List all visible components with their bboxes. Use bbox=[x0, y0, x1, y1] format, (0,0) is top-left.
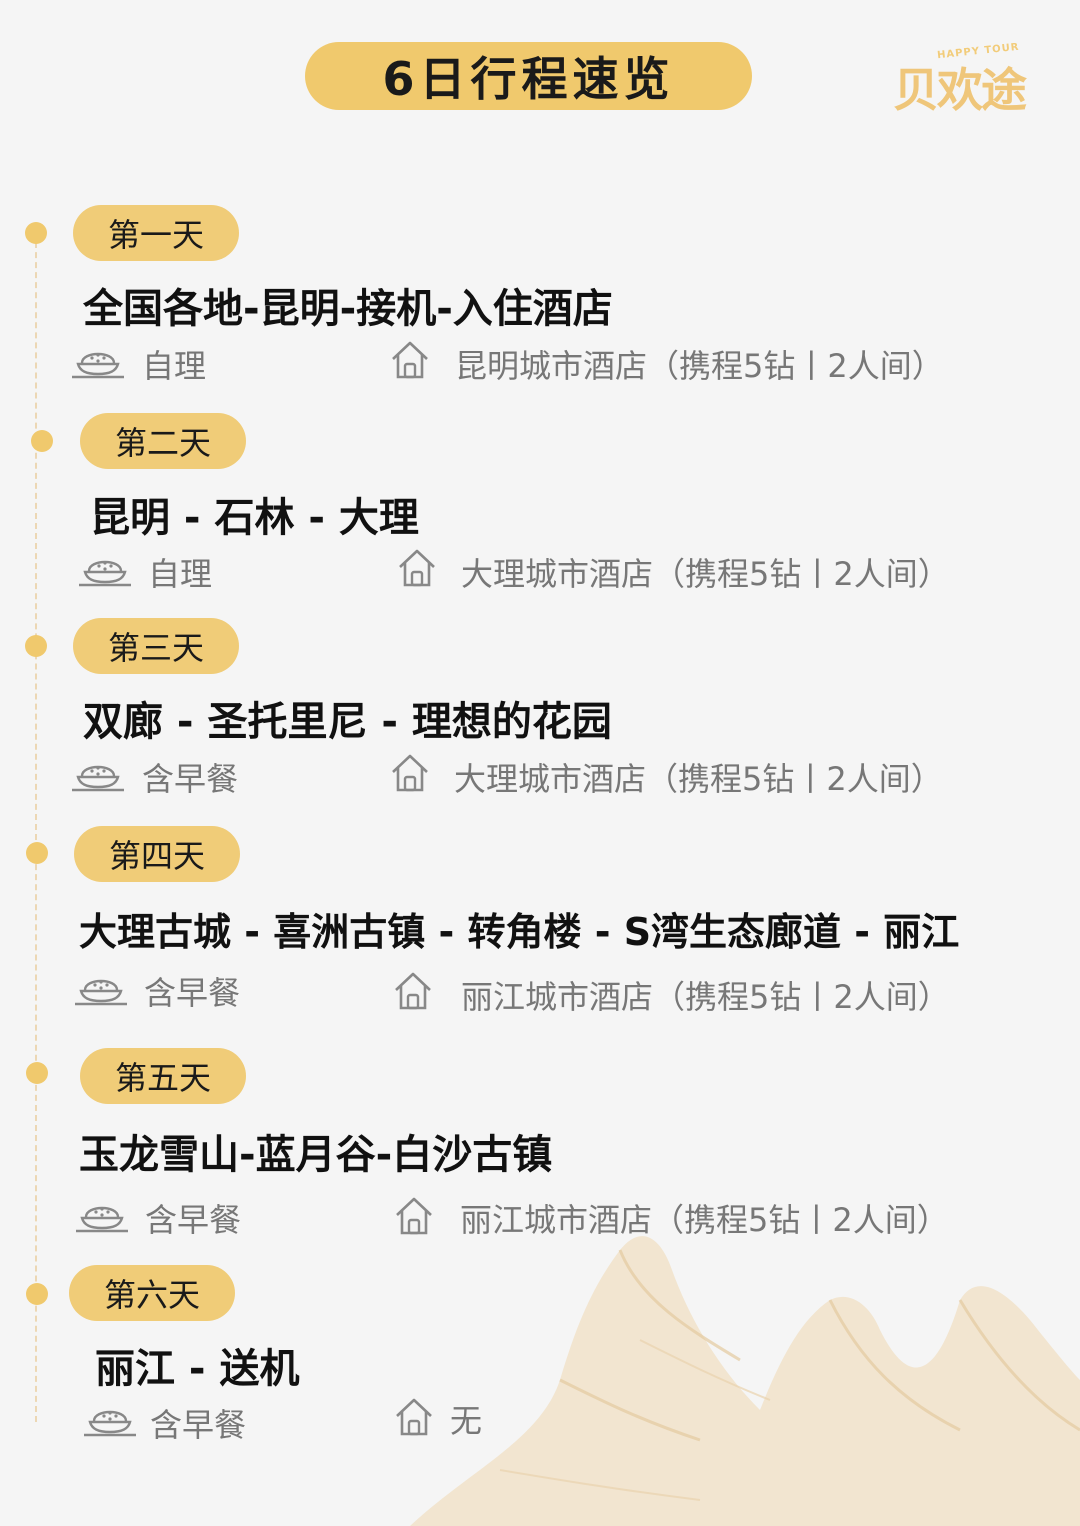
day-route: 全国各地-昆明-接机-入住酒店 bbox=[83, 286, 613, 332]
hotel-text: 无 bbox=[450, 1402, 483, 1440]
day-route: 昆明 - 石林 - 大理 bbox=[90, 495, 419, 541]
page-title: 6日行程速览 bbox=[305, 42, 752, 110]
meal-text: 含早餐 bbox=[142, 760, 239, 798]
timeline-dot bbox=[31, 430, 53, 452]
house-icon bbox=[392, 754, 428, 792]
house-icon bbox=[395, 972, 431, 1010]
meal-text: 含早餐 bbox=[150, 1406, 247, 1444]
rice-bowl-icon bbox=[72, 352, 124, 379]
brand-logo: HAPPY TOUR 贝欢途 bbox=[893, 42, 1027, 117]
meal-text: 含早餐 bbox=[144, 974, 241, 1012]
house-icon bbox=[396, 1197, 432, 1235]
hotel-text: 大理城市酒店（携程5钻丨2人间） bbox=[461, 555, 950, 593]
rice-bowl-icon bbox=[72, 765, 124, 792]
house-icon bbox=[396, 1398, 432, 1436]
house-icon bbox=[399, 549, 435, 587]
meal-text: 含早餐 bbox=[145, 1201, 242, 1239]
timeline-dot bbox=[25, 222, 47, 244]
day-route: 大理古城 - 喜洲古镇 - 转角楼 - S湾生态廊道 - 丽江 bbox=[79, 910, 960, 954]
rice-bowl-icon bbox=[84, 1410, 136, 1437]
day-label: 第六天 bbox=[69, 1265, 235, 1321]
timeline-dot bbox=[26, 1062, 48, 1084]
logo-brand: 贝欢途 bbox=[893, 63, 1027, 117]
day-label: 第三天 bbox=[73, 618, 239, 674]
timeline-line bbox=[35, 232, 37, 1422]
rice-bowl-icon bbox=[79, 560, 131, 587]
day-label: 第一天 bbox=[73, 205, 239, 261]
day-route: 丽江 - 送机 bbox=[95, 1346, 300, 1392]
rice-bowl-icon bbox=[75, 979, 127, 1006]
day-route: 玉龙雪山-蓝月谷-白沙古镇 bbox=[79, 1132, 553, 1178]
timeline-dot bbox=[26, 842, 48, 864]
meal-text: 自理 bbox=[142, 347, 207, 385]
meal-text: 自理 bbox=[148, 555, 213, 593]
day-label: 第四天 bbox=[74, 826, 240, 882]
hotel-text: 昆明城市酒店（携程5钻丨2人间） bbox=[455, 347, 944, 385]
hotel-text: 丽江城市酒店（携程5钻丨2人间） bbox=[461, 978, 950, 1016]
timeline-dot bbox=[25, 635, 47, 657]
day-label: 第五天 bbox=[80, 1048, 246, 1104]
hotel-text: 大理城市酒店（携程5钻丨2人间） bbox=[454, 760, 943, 798]
house-icon bbox=[392, 341, 428, 379]
rice-bowl-icon bbox=[76, 1206, 128, 1233]
day-route: 双廊 - 圣托里尼 - 理想的花园 bbox=[83, 699, 612, 745]
hotel-text: 丽江城市酒店（携程5钻丨2人间） bbox=[460, 1201, 949, 1239]
day-label: 第二天 bbox=[80, 413, 246, 469]
timeline-dot bbox=[26, 1283, 48, 1305]
